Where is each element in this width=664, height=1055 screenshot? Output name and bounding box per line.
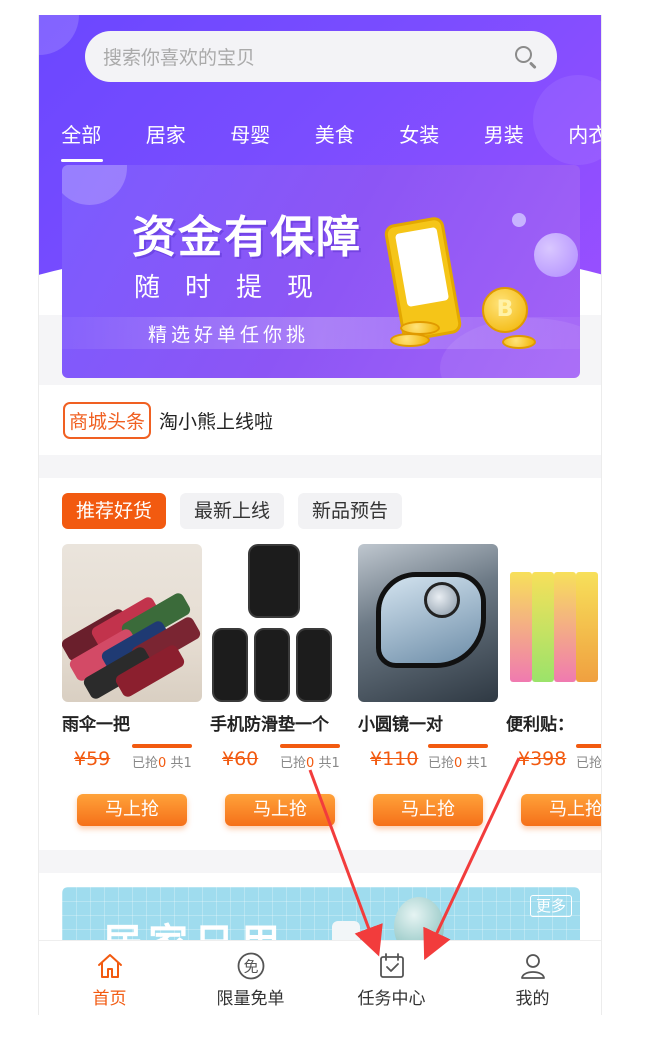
product-section: 推荐好货 最新上线 新品预告 雨伞一把 ¥59 已抢0 共1 马上抢 手机防滑垫… bbox=[39, 478, 602, 850]
product-price: ¥398 bbox=[518, 748, 567, 770]
search-icon[interactable] bbox=[513, 44, 539, 70]
search-placeholder: 搜索你喜欢的宝贝 bbox=[103, 47, 256, 69]
user-icon bbox=[518, 951, 548, 981]
buy-now-button[interactable]: 马上抢 bbox=[77, 794, 187, 826]
product-image-phone-pad[interactable] bbox=[210, 544, 350, 702]
product-name: 小圆镜一对 bbox=[358, 715, 443, 734]
category-tab-food[interactable]: 美食 bbox=[293, 115, 378, 165]
tab-recommended[interactable]: 推荐好货 bbox=[62, 493, 167, 529]
progress-bar bbox=[576, 744, 601, 748]
mobile-app-screen: 搜索你喜欢的宝贝 全部 居家 母婴 美食 女装 男装 内衣 资金有保障 随时提现… bbox=[38, 15, 602, 1015]
product-price: ¥110 bbox=[370, 748, 419, 770]
bottom-tab-bar: 首页 免 限量免单 任务中心 我的 bbox=[39, 940, 601, 1015]
tab-label: 限量免单 bbox=[216, 989, 285, 1009]
category-tab-men[interactable]: 男装 bbox=[462, 115, 547, 165]
product-image-mirror[interactable] bbox=[358, 544, 498, 702]
buy-now-button[interactable]: 马上抢 bbox=[373, 794, 483, 826]
news-ticker[interactable]: 商城头条 淘小熊上线啦 bbox=[39, 385, 601, 455]
category-tabs: 全部 居家 母婴 美食 女装 男装 内衣 bbox=[39, 115, 601, 165]
sold-count: 已抢0 共1 bbox=[428, 756, 488, 771]
product-list: 雨伞一把 ¥59 已抢0 共1 马上抢 手机防滑垫一个 ¥60 已抢0 共1 马… bbox=[62, 544, 602, 826]
free-icon: 免 bbox=[236, 951, 266, 981]
more-button[interactable]: 更多 bbox=[529, 895, 572, 917]
task-calendar-icon bbox=[377, 951, 407, 981]
product-card[interactable]: 雨伞一把 ¥59 已抢0 共1 马上抢 bbox=[62, 544, 210, 826]
tab-free-order[interactable]: 免 限量免单 bbox=[180, 941, 321, 1015]
tab-label: 任务中心 bbox=[357, 989, 426, 1009]
product-image-sticky-notes[interactable] bbox=[506, 544, 601, 702]
product-card[interactable]: 便利贴： ¥398 已抢0 共1 马上抢 bbox=[506, 544, 602, 826]
tab-profile[interactable]: 我的 bbox=[462, 941, 601, 1015]
buy-now-button[interactable]: 马上抢 bbox=[521, 794, 601, 826]
product-price: ¥59 bbox=[74, 748, 111, 770]
product-name: 雨伞一把 bbox=[62, 715, 130, 734]
product-card[interactable]: 手机防滑垫一个 ¥60 已抢0 共1 马上抢 bbox=[210, 544, 358, 826]
news-text: 淘小熊上线啦 bbox=[159, 410, 274, 433]
product-name: 便利贴： bbox=[506, 715, 574, 734]
tab-label: 我的 bbox=[515, 989, 550, 1009]
sold-count: 已抢0 共1 bbox=[576, 756, 602, 771]
tab-new[interactable]: 最新上线 bbox=[180, 493, 285, 529]
category-tab-home[interactable]: 居家 bbox=[124, 115, 209, 165]
product-name: 手机防滑垫一个 bbox=[210, 715, 329, 734]
banner-slogan: 精选好单任你挑 bbox=[148, 324, 310, 346]
progress-bar bbox=[428, 744, 488, 748]
coin-icon bbox=[400, 321, 440, 335]
product-card[interactable]: 小圆镜一对 ¥110 已抢0 共1 马上抢 bbox=[358, 544, 506, 826]
banner-title: 资金有保障 bbox=[132, 212, 362, 263]
home-icon bbox=[95, 951, 125, 981]
bitcoin-coin-icon: B bbox=[482, 287, 528, 333]
product-image-umbrella[interactable] bbox=[62, 544, 202, 702]
decor-blob bbox=[39, 15, 79, 55]
product-price: ¥60 bbox=[222, 748, 259, 770]
buy-now-button[interactable]: 马上抢 bbox=[225, 794, 335, 826]
tab-preview[interactable]: 新品预告 bbox=[298, 493, 403, 529]
search-bar[interactable]: 搜索你喜欢的宝贝 bbox=[85, 31, 557, 82]
sold-count: 已抢0 共1 bbox=[132, 756, 192, 771]
coin-icon bbox=[390, 333, 430, 347]
banner-subtitle: 随时提现 bbox=[134, 273, 339, 303]
tab-label: 首页 bbox=[92, 989, 127, 1009]
progress-bar bbox=[280, 744, 340, 748]
tab-task-center[interactable]: 任务中心 bbox=[321, 941, 462, 1015]
promo-banner[interactable]: 资金有保障 随时提现 精选好单任你挑 B bbox=[62, 165, 580, 378]
coin-icon bbox=[502, 335, 536, 349]
category-tab-all[interactable]: 全部 bbox=[39, 115, 124, 165]
decor-bubble bbox=[512, 213, 526, 227]
progress-bar bbox=[132, 744, 192, 748]
category-tab-underwear[interactable]: 内衣 bbox=[546, 115, 601, 165]
product-tabs: 推荐好货 最新上线 新品预告 bbox=[62, 493, 416, 529]
tab-home[interactable]: 首页 bbox=[39, 941, 180, 1015]
news-tag: 商城头条 bbox=[63, 401, 152, 439]
category-tab-women[interactable]: 女装 bbox=[377, 115, 462, 165]
sold-count: 已抢0 共1 bbox=[280, 756, 340, 771]
category-tab-baby[interactable]: 母婴 bbox=[208, 115, 293, 165]
svg-text:免: 免 bbox=[243, 958, 258, 976]
decor-bubble bbox=[534, 233, 578, 277]
